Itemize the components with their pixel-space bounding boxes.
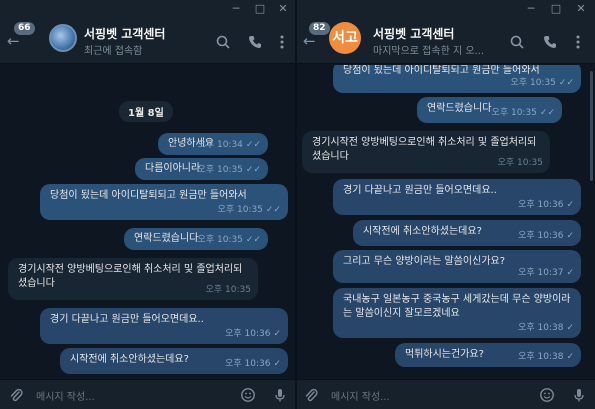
chat-status: 최근에 접속함 — [84, 46, 143, 57]
double-check-icon: ✓✓ — [245, 235, 261, 245]
more-vertical-icon[interactable] — [570, 34, 586, 50]
message-text: 연락드렸습니다 — [427, 103, 492, 114]
message-time: 오후 10:35 — [491, 108, 537, 118]
paperclip-icon[interactable] — [8, 387, 24, 403]
close-icon[interactable]: ✕ — [575, 3, 587, 15]
message-bubble[interactable]: 경기시작전 양방베팅으로인해 취소처리 및 졸업처리되셨습니다 오후 10:35 — [8, 258, 258, 300]
chat-window-left: ─ □ ✕ ← 66 서핑벳 고객센터 최근에 접속함 1월 8일 안녕하세요 … — [0, 0, 295, 409]
message-time: 오후 10:38 — [518, 323, 564, 333]
message-list[interactable]: 1월 8일 안녕하세요 오후 10:34 ✓✓ 다름이아니라 오후 10:35 ✓✓… — [0, 65, 295, 379]
arrow-left-icon[interactable]: ← — [7, 33, 20, 49]
message-input[interactable]: 메시지 작성... — [331, 388, 390, 403]
message-time: 오후 10:36 — [518, 231, 564, 241]
avatar[interactable] — [49, 24, 77, 52]
message-bubble[interactable]: 국내농구 일본농구 중국농구 세게갔는데 무슨 양방이라는 말씀이신지 잘모르겠… — [333, 288, 581, 338]
double-check-icon: ✓✓ — [558, 78, 574, 88]
message-text: 그리고 무슨 양방이라는 말씀이신가요? — [343, 256, 506, 267]
unread-badge: 66 — [14, 22, 35, 35]
message-text: 먹튀하시는건가요? — [405, 349, 484, 360]
minimize-icon[interactable]: ─ — [525, 3, 537, 15]
double-check-icon: ✓✓ — [245, 165, 261, 175]
chat-title[interactable]: 서핑벳 고객센터 — [84, 25, 165, 42]
phone-icon[interactable] — [542, 34, 558, 50]
message-time: 오후 10:36 — [225, 359, 271, 369]
emoji-icon[interactable] — [240, 387, 256, 403]
chat-status: 마지막으로 접속한 지 오... — [373, 46, 485, 57]
minimize-icon[interactable]: ─ — [230, 3, 242, 15]
message-bubble[interactable]: 경기 다끝나고 원금만 들어오면데요.. 오후 10:36 ✓ — [333, 179, 581, 215]
window-titlebar: ─ □ ✕ — [297, 0, 595, 20]
message-text: 시작전에 취소안하셨는데요? — [363, 226, 482, 237]
message-text: 시작전에 취소안하셨는데요? — [70, 354, 189, 365]
window-titlebar: ─ □ ✕ — [0, 0, 295, 20]
double-check-icon: ✓✓ — [539, 108, 555, 118]
message-time: 오후 10:35 — [205, 285, 251, 295]
microphone-icon[interactable] — [571, 387, 587, 403]
message-bubble[interactable]: 다름이아니라 오후 10:35 ✓✓ — [135, 158, 268, 180]
message-time: 오후 10:35 — [197, 235, 243, 245]
search-icon[interactable] — [215, 34, 231, 50]
chat-window-right: ─ □ ✕ ← 82 서고 서핑벳 고객센터 마지막으로 접속한 지 오... … — [297, 0, 595, 409]
chat-header: ← 66 서핑벳 고객센터 최근에 접속함 — [0, 20, 295, 64]
message-bubble[interactable]: 그리고 무슨 양방이라는 말씀이신가요? 오후 10:37 ✓ — [333, 250, 581, 283]
avatar[interactable]: 서고 — [329, 22, 361, 54]
double-check-icon: ✓✓ — [245, 140, 261, 150]
message-bubble[interactable]: 안녕하세요 오후 10:34 ✓✓ — [158, 133, 268, 155]
maximize-icon[interactable]: □ — [254, 3, 266, 15]
check-icon: ✓ — [273, 329, 281, 339]
date-separator: 1월 8일 — [119, 101, 173, 122]
message-bubble[interactable]: 시작전에 취소안하셨는데요? 오후 10:36 ✓ — [353, 220, 581, 246]
message-composer: 메시지 작성... — [0, 379, 295, 409]
message-bubble[interactable]: 먹튀하시는건가요? 오후 10:38 ✓ — [395, 343, 581, 367]
check-icon: ✓ — [273, 359, 281, 369]
message-text: 당첨이 됬는데 아이디탈퇴되고 원금만 들어와서 — [343, 65, 540, 76]
message-bubble[interactable]: 시작전에 취소안하셨는데요? 오후 10:36 ✓ — [60, 348, 288, 374]
check-icon: ✓ — [566, 231, 574, 241]
paperclip-icon[interactable] — [303, 387, 319, 403]
message-time: 오후 10:34 — [197, 140, 243, 150]
phone-icon[interactable] — [247, 34, 263, 50]
message-time: 오후 10:35 — [510, 78, 556, 88]
message-bubble[interactable]: 경기 다끝나고 원금만 들어오면데요.. 오후 10:36 ✓ — [40, 308, 288, 344]
message-bubble[interactable]: 연락드렸습니다 오후 10:35 ✓✓ — [124, 228, 268, 250]
close-icon[interactable]: ✕ — [277, 3, 289, 15]
message-bubble[interactable]: 당첨이 됬는데 아이디탈퇴되고 원금만 들어와서 오후 10:35 ✓✓ — [40, 184, 288, 220]
message-text: 경기 다끝나고 원금만 들어오면데요.. — [343, 185, 497, 196]
message-time: 오후 10:35 — [497, 158, 543, 168]
message-text: 국내농구 일본농구 중국농구 세게갔는데 무슨 양방이라는 말씀이신지 잘모르겠… — [343, 294, 571, 319]
message-text: 경기 다끝나고 원금만 들어오면데요.. — [50, 314, 204, 325]
check-icon: ✓ — [566, 200, 574, 210]
scrollbar[interactable] — [590, 71, 593, 181]
message-time: 오후 10:35 — [217, 205, 263, 215]
maximize-icon[interactable]: □ — [550, 3, 562, 15]
check-icon: ✓ — [566, 323, 574, 333]
microphone-icon[interactable] — [272, 387, 288, 403]
unread-badge: 82 — [309, 22, 330, 35]
message-input[interactable]: 메시지 작성... — [36, 388, 95, 403]
message-composer: 메시지 작성... — [297, 379, 595, 409]
message-text: 다름이아니라 — [145, 163, 201, 174]
message-bubble[interactable]: 당첨이 됬는데 아이디탈퇴되고 원금만 들어와서 오후 10:35 ✓✓ — [333, 65, 581, 93]
message-time: 오후 10:37 — [518, 268, 564, 278]
message-text: 연락드렸습니다 — [134, 233, 199, 244]
check-icon: ✓ — [566, 268, 574, 278]
message-bubble[interactable]: 연락드렸습니다 오후 10:35 ✓✓ — [417, 97, 562, 123]
search-icon[interactable] — [509, 34, 525, 50]
message-time: 오후 10:38 — [518, 352, 564, 362]
message-text: 당첨이 됬는데 아이디탈퇴되고 원금만 들어와서 — [50, 190, 247, 201]
message-time: 오후 10:35 — [197, 165, 243, 175]
emoji-icon[interactable] — [539, 387, 555, 403]
message-time: 오후 10:36 — [225, 329, 271, 339]
chat-header: ← 82 서고 서핑벳 고객센터 마지막으로 접속한 지 오... — [297, 20, 595, 64]
more-vertical-icon[interactable] — [274, 34, 290, 50]
chat-title[interactable]: 서핑벳 고객센터 — [373, 25, 454, 42]
message-list[interactable]: 당첨이 됬는데 아이디탈퇴되고 원금만 들어와서 오후 10:35 ✓✓ 연락드렸… — [297, 65, 595, 379]
check-icon: ✓ — [566, 352, 574, 362]
arrow-left-icon[interactable]: ← — [303, 33, 316, 49]
double-check-icon: ✓✓ — [265, 205, 281, 215]
message-bubble[interactable]: 경기시작전 양방베팅으로인해 취소처리 및 졸업처리되셨습니다 오후 10:35 — [302, 131, 550, 173]
message-time: 오후 10:36 — [518, 200, 564, 210]
